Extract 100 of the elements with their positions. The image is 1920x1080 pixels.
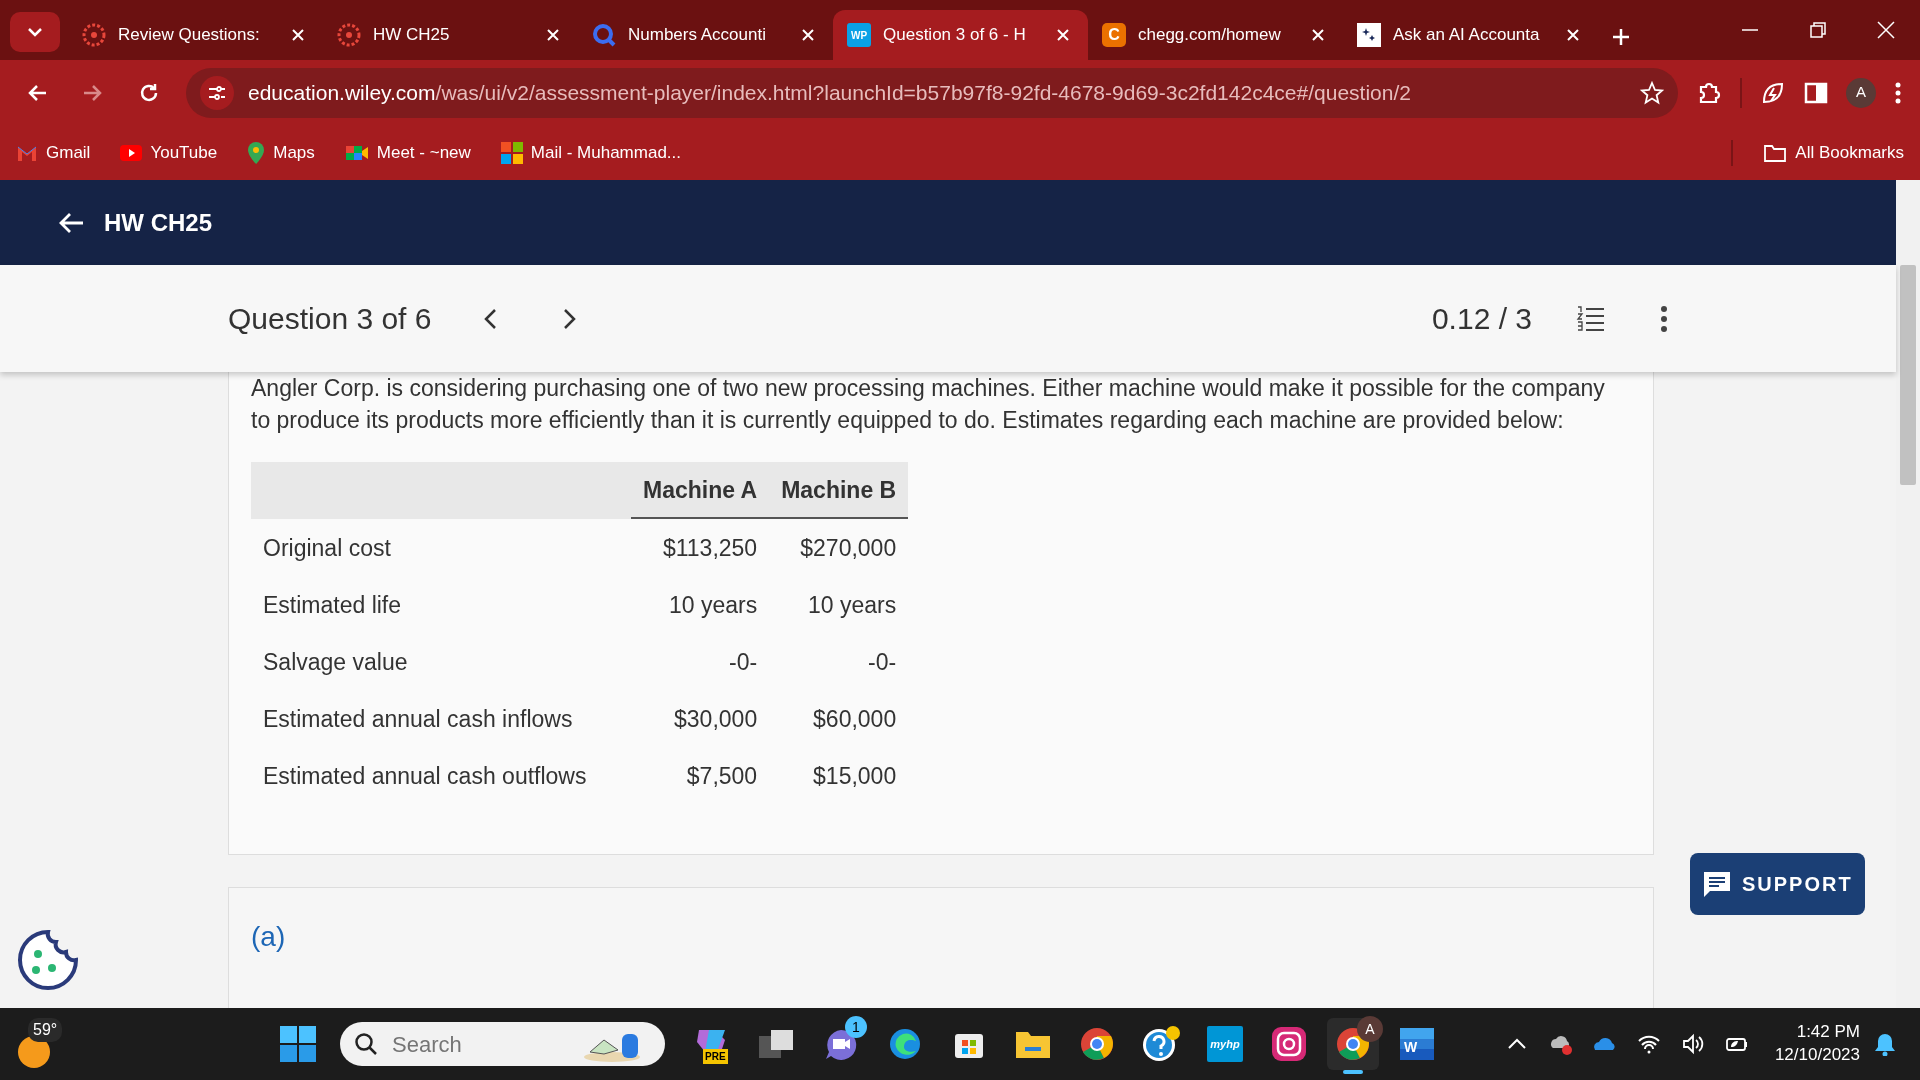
search-box[interactable]: Search <box>340 1022 665 1066</box>
time-text: 1:42 PM <box>1795 1021 1860 1044</box>
tab-title: HW CH25 <box>373 24 451 47</box>
clock[interactable]: 1:42 PM 12/10/2023 <box>1774 1021 1860 1067</box>
profile-avatar[interactable]: A <box>1846 77 1876 108</box>
browser-tab[interactable]: WP Question 3 of 6 - H <box>833 10 1088 60</box>
chrome-logo-icon <box>1080 1027 1114 1061</box>
column-header: Machine A <box>631 462 770 520</box>
reload-icon <box>138 81 160 104</box>
close-icon <box>1311 28 1325 42</box>
tab-list-button[interactable] <box>10 12 60 52</box>
taskbar-app-button[interactable]: 1 <box>815 1018 867 1070</box>
table-cell-text: $60,000 <box>812 704 898 734</box>
search-icon <box>354 1032 378 1056</box>
date-text: 12/10/2023 <box>1774 1044 1860 1066</box>
table-cell-text: 10 years <box>807 590 898 620</box>
tune-icon <box>207 84 227 101</box>
minimize-icon <box>1740 29 1760 31</box>
browser-tab[interactable]: Review Questions: <box>68 10 323 60</box>
close-icon <box>1056 28 1070 42</box>
tab-title: Question 3 of 6 - H <box>883 24 1027 47</box>
table-cell-text: Estimated life <box>262 590 403 620</box>
table-cell-text: Estimated annual cash inflows <box>262 704 574 734</box>
tab-title: chegg.com/homew <box>1138 24 1282 47</box>
bookmark-link[interactable]: Gmail <box>16 139 91 166</box>
folder-icon <box>1015 1029 1051 1059</box>
chevron-right-icon <box>563 307 578 330</box>
list-icon[interactable] <box>1576 304 1606 333</box>
question-counter: Question 3 of 6 <box>228 301 432 337</box>
browser-tab[interactable]: Ask an AI Accounta <box>1343 10 1598 60</box>
bookmark-link[interactable]: Mail - Muhammad... <box>500 139 681 166</box>
cookie-icon[interactable] <box>16 928 80 990</box>
star-icon[interactable] <box>1640 80 1664 105</box>
column-header: Machine B <box>769 462 909 520</box>
wp-logo-icon: WP <box>847 23 871 47</box>
search-icon <box>592 23 616 47</box>
table-cell-text: $113,250 <box>661 533 759 563</box>
close-icon <box>1876 20 1896 40</box>
site-info-button[interactable] <box>200 75 234 110</box>
sunburst-icon <box>337 23 361 47</box>
kebab-menu-icon[interactable] <box>1894 80 1902 105</box>
tab-title: Ask an AI Accounta <box>1393 24 1541 47</box>
table-cell-text: $270,000 <box>799 533 898 563</box>
address-bar[interactable]: education.wiley.com/was/ui/v2/assessment-player/index.html?launchId=b57b97f8-92fd-4678-9d69-3c2fd142c4ce#/question/2 <box>186 67 1678 118</box>
scrollbar-thumb[interactable] <box>1900 265 1916 485</box>
bookmark-link[interactable]: Maps <box>247 139 315 166</box>
windows-logo-icon[interactable] <box>280 1026 316 1062</box>
restore-icon <box>1808 20 1828 40</box>
table-cell-text: $7,500 <box>685 761 759 791</box>
table-cell-text: $30,000 <box>673 704 759 734</box>
table-cell-text: -0- <box>728 647 759 677</box>
browser-tab[interactable]: C chegg.com/homew <box>1088 10 1343 60</box>
table-cell-text: Salvage value <box>262 647 409 677</box>
plus-icon <box>1612 28 1630 46</box>
temperature-text: 59° <box>28 1018 63 1042</box>
close-icon <box>291 28 305 42</box>
chevron-left-icon <box>483 307 498 330</box>
video-camera-icon <box>344 143 369 162</box>
bookmark-link[interactable]: Meet - ~new <box>344 139 471 166</box>
camera-icon <box>1272 1027 1306 1061</box>
url-text: education.wiley.com/was/ui/v2/assessment-player/index.html?launchId=b57b97f8-92fd-4678-9d69-3c2fd142c4ce#/question/2 <box>248 79 1412 106</box>
part-label: (a) <box>251 921 286 953</box>
bookmark-link[interactable]: YouTube <box>120 139 218 166</box>
table-cell-text: Original cost <box>262 533 392 563</box>
assignment-title: HW CH25 <box>104 207 212 238</box>
document-icon: W <box>1400 1028 1434 1060</box>
table-cell-text: Estimated annual cash outflows <box>262 761 588 791</box>
notification-badge: A <box>1357 1016 1383 1042</box>
support-button[interactable]: SUPPORT <box>1690 853 1865 915</box>
sparkle-icon <box>1357 23 1381 47</box>
question-text: Angler Corp. is considering purchasing one of two new processing machines. Either machine would make it possible for the company to produce its products more efficiently than it is currently equipped to do. Estimates regarding each machine are provided below: <box>251 374 1606 436</box>
map-pin-icon <box>247 140 266 165</box>
back-arrow-icon[interactable] <box>58 211 84 234</box>
question-mark-icon <box>1141 1025 1181 1063</box>
wave-logo-icon <box>888 1027 922 1061</box>
tab-title: Review Questions: <box>118 24 261 47</box>
side-panel-icon[interactable] <box>1804 80 1828 105</box>
task-view-icon <box>759 1028 795 1060</box>
play-icon <box>120 144 143 161</box>
hp-logo-icon: myhp <box>1207 1026 1243 1062</box>
sunburst-icon <box>82 23 106 47</box>
taskbar-app-button[interactable]: PRE <box>687 1018 739 1070</box>
notification-badge: 1 <box>845 1016 867 1038</box>
chegg-logo-icon: C <box>1102 23 1126 47</box>
taskbar-app-button[interactable]: W <box>1391 1018 1443 1070</box>
all-bookmarks-button[interactable]: All Bookmarks <box>1763 139 1904 166</box>
close-icon <box>546 28 560 42</box>
table-cell-text: 10 years <box>667 590 759 620</box>
browser-tab[interactable]: Numbers Accounti <box>578 10 833 60</box>
kebab-menu-icon[interactable] <box>1660 304 1668 333</box>
table-cell-text: -0- <box>867 647 898 677</box>
browser-tab[interactable]: HW CH25 <box>323 10 578 60</box>
speaker-icon[interactable] <box>1680 1032 1705 1056</box>
table-cell-text: $15,000 <box>812 761 898 791</box>
score-text: 0.12 / 3 <box>1431 301 1532 337</box>
chat-icon <box>1702 870 1732 898</box>
search-field[interactable]: Search <box>390 1026 570 1062</box>
caret-icon <box>27 27 43 37</box>
close-icon <box>801 28 815 42</box>
bell-icon[interactable] <box>1874 1032 1896 1056</box>
